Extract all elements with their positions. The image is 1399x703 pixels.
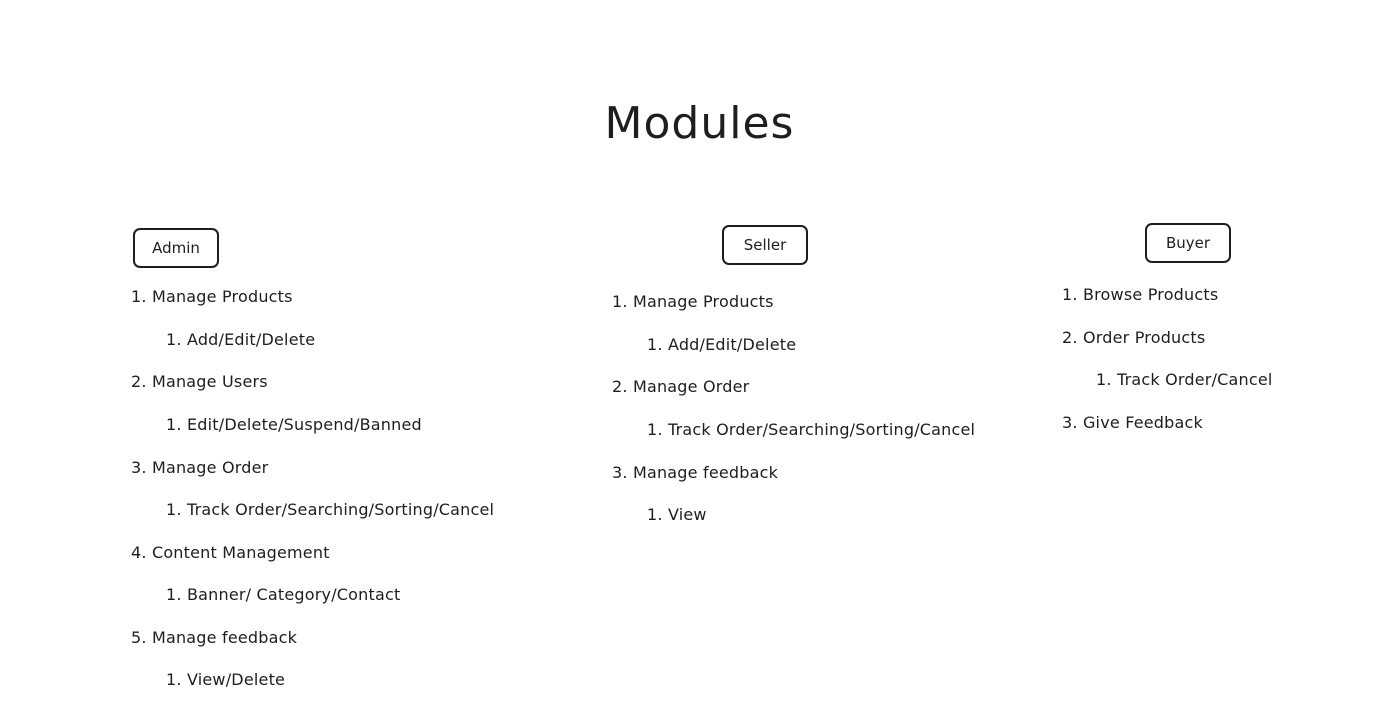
admin-subitem-banner-category: 1. Banner/ Category/Contact: [166, 585, 401, 604]
admin-subitem-track-order: 1. Track Order/Searching/Sorting/Cancel: [166, 500, 495, 519]
admin-item-manage-products: 1. Manage Products: [131, 287, 293, 306]
seller-subitem-add-edit-delete: 1. Add/Edit/Delete: [647, 335, 797, 354]
admin-item-manage-feedback: 5. Manage feedback: [131, 628, 298, 647]
admin-subitem-view-delete: 1. View/Delete: [166, 670, 286, 689]
admin-subitem-edit-delete-suspend: 1. Edit/Delete/Suspend/Banned: [166, 415, 422, 434]
buyer-item-order-products: 2. Order Products: [1062, 328, 1206, 347]
seller-item-manage-feedback: 3. Manage feedback: [612, 463, 779, 482]
admin-subitem-add-edit-delete: 1. Add/Edit/Delete: [166, 330, 316, 349]
buyer-item-browse-products: 1. Browse Products: [1062, 285, 1219, 304]
buyer-box: Buyer: [1145, 223, 1231, 263]
admin-item-content-management: 4. Content Management: [131, 543, 330, 562]
buyer-subitem-track-order-cancel: 1. Track Order/Cancel: [1096, 370, 1273, 389]
seller-item-manage-products: 1. Manage Products: [612, 292, 774, 311]
admin-item-manage-order: 3. Manage Order: [131, 458, 269, 477]
admin-box: Admin: [133, 228, 219, 268]
seller-box: Seller: [722, 225, 808, 265]
seller-subitem-view: 1. View: [647, 505, 707, 524]
buyer-item-give-feedback: 3. Give Feedback: [1062, 413, 1203, 432]
seller-item-manage-order: 2. Manage Order: [612, 377, 750, 396]
seller-subitem-track-order: 1. Track Order/Searching/Sorting/Cancel: [647, 420, 976, 439]
diagram-title: Modules: [604, 98, 795, 149]
admin-item-manage-users: 2. Manage Users: [131, 372, 268, 391]
